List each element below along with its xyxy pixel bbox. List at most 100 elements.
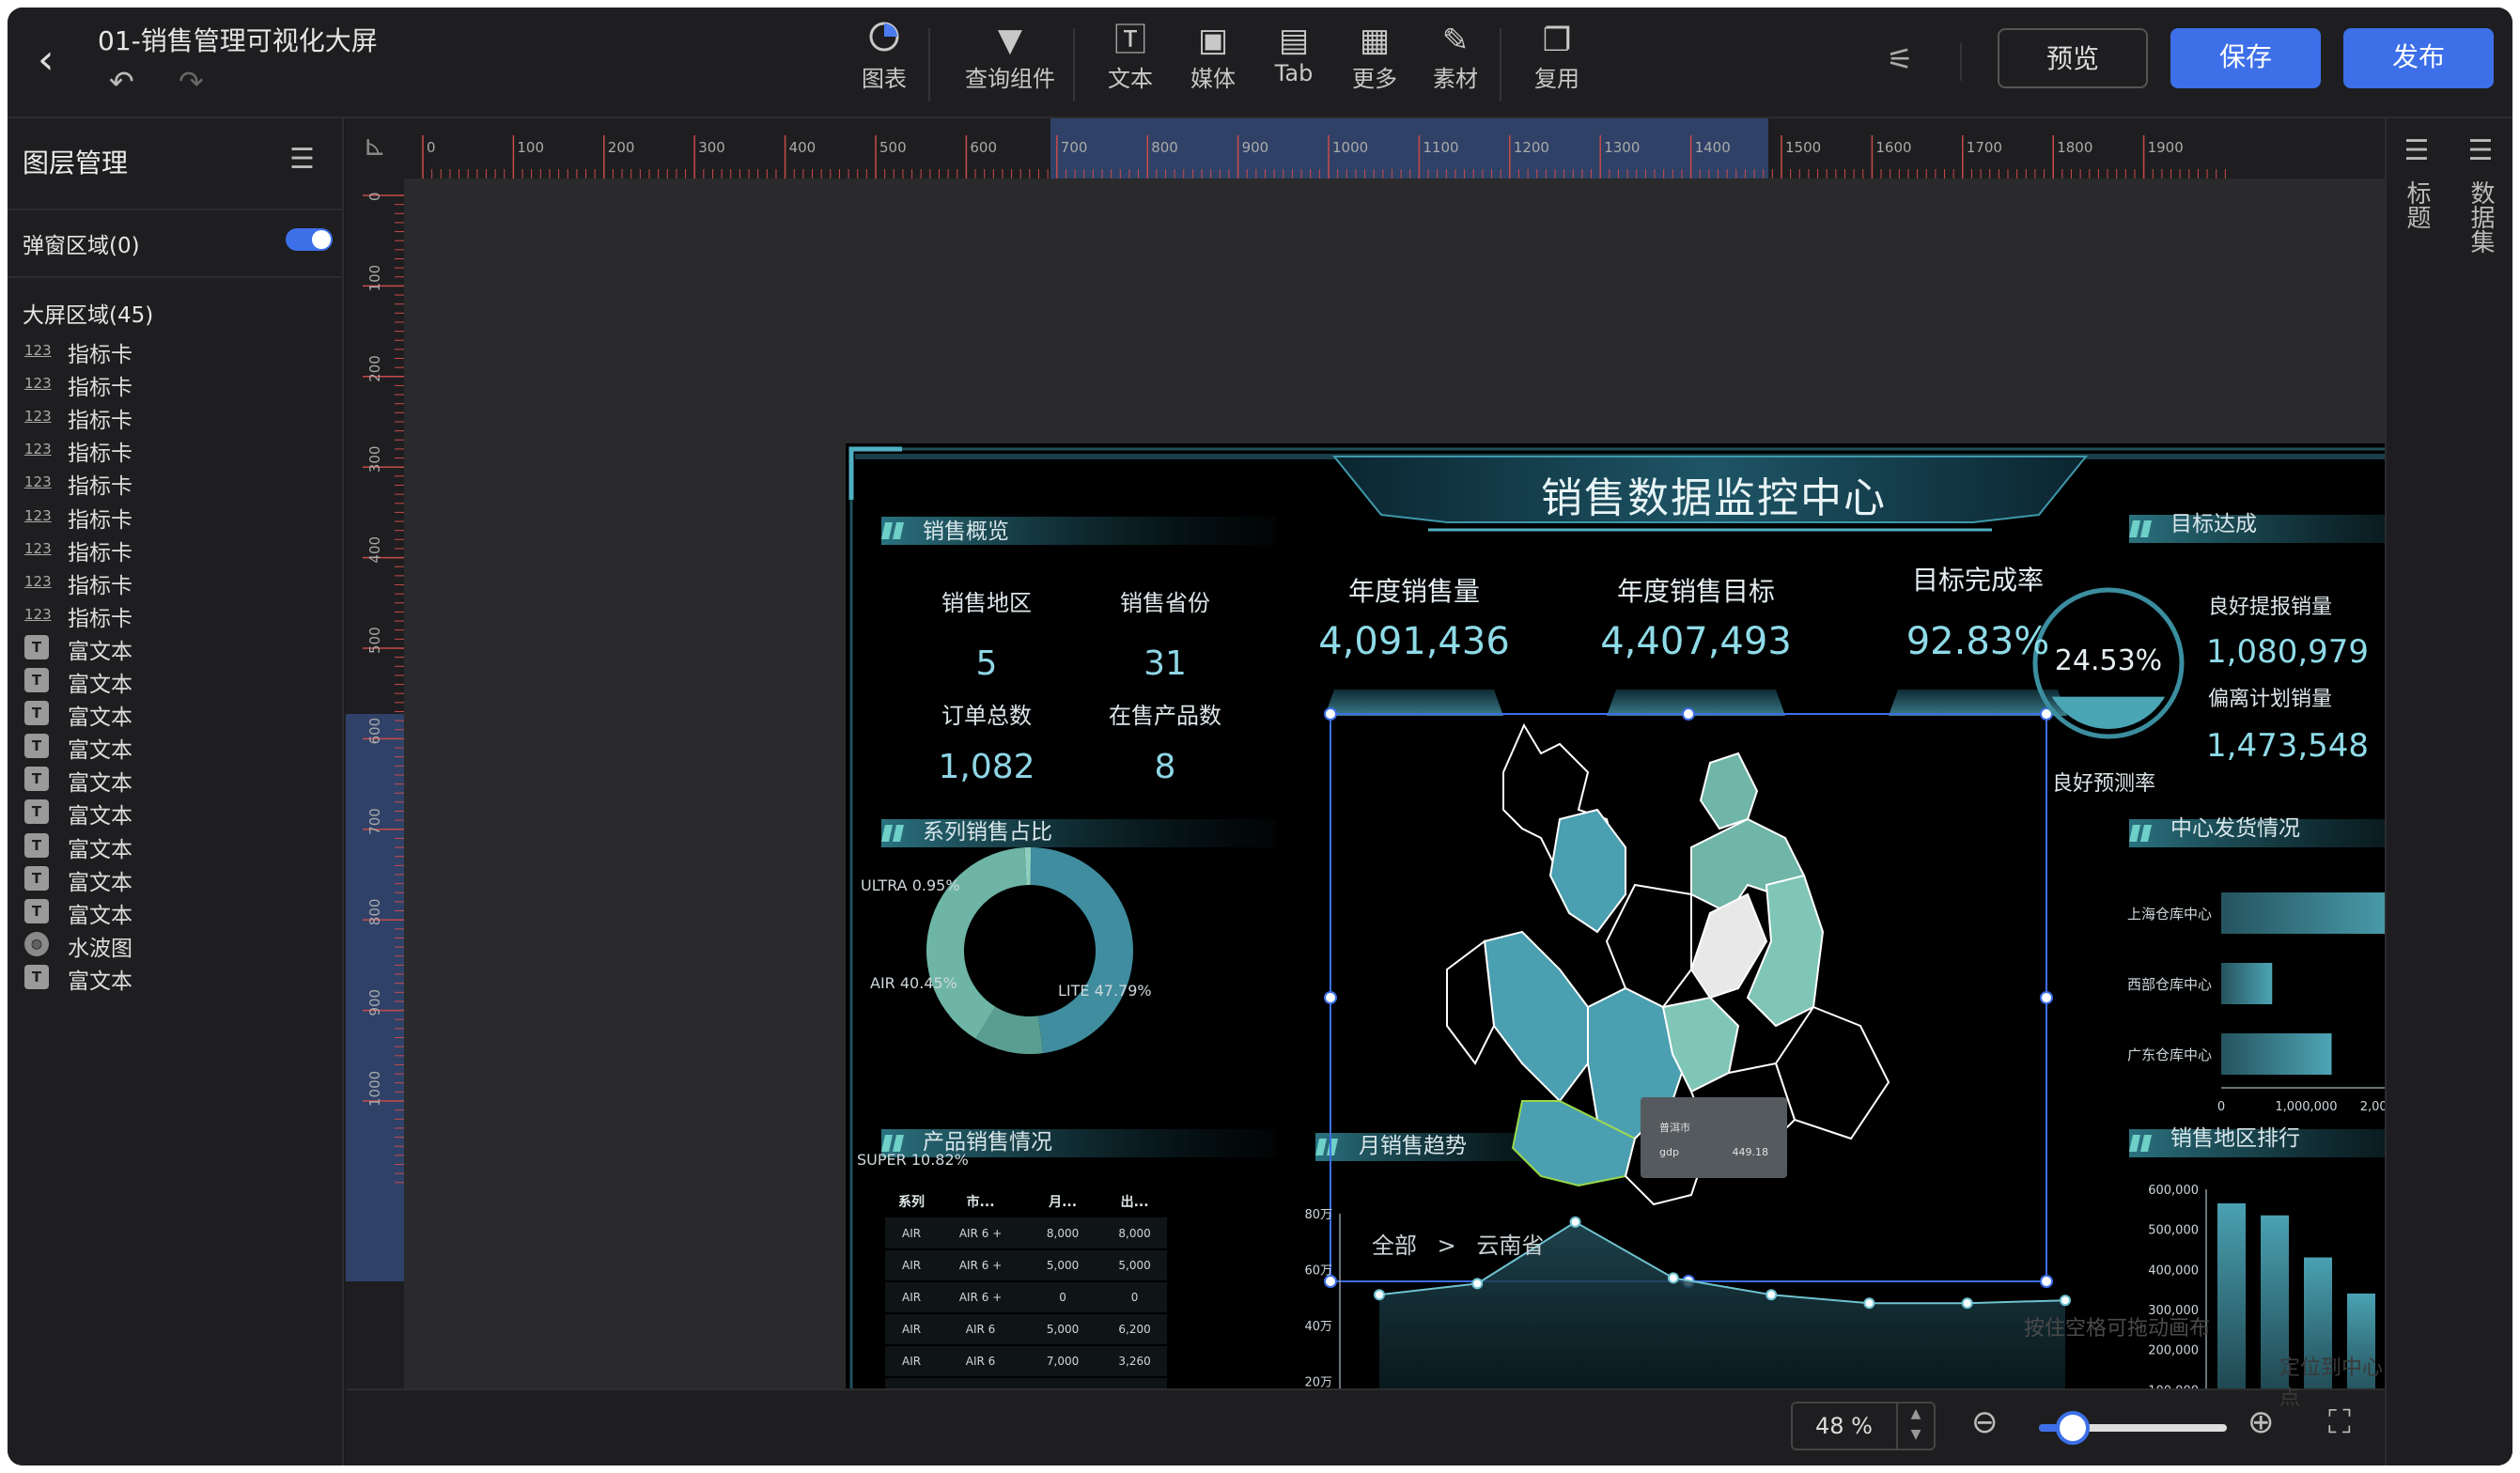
kpi-label: 目标完成率 — [1911, 565, 2044, 596]
ruler-tick-label: 700 — [1061, 139, 1088, 156]
table-cell: 0 — [1102, 1281, 1167, 1314]
tool-label: 媒体 — [1190, 66, 1236, 92]
table-header[interactable]: 月... — [1023, 1186, 1102, 1217]
table-row[interactable]: AIR AIR 6 +8,000 8,000 — [885, 1217, 1167, 1250]
table-row[interactable]: AIR AIR 6 5,000 6,200 — [885, 1313, 1167, 1346]
ruler-tick-label: 1800 — [2057, 139, 2092, 156]
ruler-tick-label: 0 — [366, 192, 383, 201]
ruler-corner-icon[interactable]: ⊾ — [346, 118, 404, 178]
tool-label: 文本 — [1108, 66, 1153, 92]
back-arrow-icon[interactable]: ‹ — [38, 39, 75, 85]
preview-button[interactable]: 预览 — [1998, 28, 2148, 88]
map-tooltip: 普洱市 gdp 449.18 — [1641, 1097, 1787, 1178]
target-title: 目标达成 — [2170, 512, 2257, 536]
ruler-tick-label: 800 — [366, 899, 383, 926]
undo-icon[interactable]: ↶ — [109, 64, 134, 100]
zoom-input[interactable]: 48 % ▲ ▼ — [1791, 1402, 1936, 1450]
table-cell: AIR — [885, 1217, 939, 1250]
series-share-donut[interactable]: LITE 47.79%SUPER 10.82%AIR 40.45%ULTRA 0… — [857, 847, 1152, 1169]
divider — [8, 209, 344, 210]
zoom-slider[interactable] — [2039, 1411, 2227, 1445]
table-header[interactable]: 出... — [1102, 1186, 1167, 1217]
pie-chart-icon — [842, 21, 926, 60]
zoom-stepper[interactable]: ▲ ▼ — [1896, 1403, 1934, 1449]
zoom-out-icon[interactable]: ⊖ — [1971, 1403, 1999, 1441]
list-icon: ☰ — [2403, 134, 2430, 167]
kpi-label: 销售省份 — [1120, 590, 1210, 616]
breadcrumb-all[interactable]: 全部 — [1372, 1233, 1417, 1259]
table-header[interactable]: 市... — [938, 1186, 1023, 1217]
tool-assets[interactable]: ✎ 素材 — [1413, 21, 1498, 93]
data-point[interactable] — [1863, 1297, 1875, 1310]
kpi-label: 销售地区 — [941, 590, 1032, 616]
breadcrumb-separator: > — [1437, 1233, 1456, 1259]
table-row[interactable]: AIR AIR 6 +0 0 — [885, 1281, 1167, 1314]
shipping-title: 中心发货情况 — [2170, 816, 2300, 841]
map-breadcrumb[interactable]: 全部 > 云南省 — [1372, 1227, 1544, 1260]
ruler-tick-label: 300 — [366, 446, 383, 473]
good-value: 1,080,979 — [2206, 633, 2370, 671]
copy-icon: ❐ — [1542, 22, 1572, 59]
data-point[interactable] — [1766, 1289, 1778, 1301]
document-title[interactable]: 01-销售管理可视化大屏 — [98, 21, 378, 58]
hbar[interactable] — [2221, 892, 2410, 934]
data-point[interactable] — [1667, 1272, 1679, 1284]
table-header[interactable]: 系列 — [885, 1186, 938, 1217]
hbar[interactable] — [2221, 1033, 2332, 1075]
data-point[interactable] — [1961, 1297, 1973, 1310]
dashboard-screen[interactable]: LITE 47.79% SUPER 10.82% AIR 40.45% ULTRA 0… — [846, 443, 2512, 1465]
vertical-ruler[interactable]: 0 100 200 300 400 500 600 700 800 900 1000 — [346, 178, 404, 1390]
ruler-tick-label: 100 — [366, 265, 383, 292]
tool-chart[interactable]: 图表 — [842, 21, 926, 93]
title-tab[interactable]: ☰ 标题 — [2398, 137, 2435, 236]
breadcrumb-current: 云南省 — [1476, 1233, 1545, 1259]
data-point[interactable] — [1569, 1216, 1581, 1228]
redo-icon[interactable]: ↷ — [179, 64, 204, 100]
save-button[interactable]: 保存 — [2170, 28, 2321, 88]
zoom-slider-knob[interactable] — [2056, 1411, 2090, 1445]
pie-label: AIR 40.45% — [870, 974, 957, 992]
pie-slice[interactable] — [1030, 847, 1133, 1054]
tooltip-city: 普洱市 — [1659, 1122, 1690, 1134]
tool-query[interactable]: ▼ 查询组件 — [958, 21, 1062, 93]
ruler-tick-label: 1100 — [1423, 139, 1458, 156]
horizontal-ruler[interactable]: 0 100 200 300 400 500 600 700 800 900 1000 1100 1200… — [404, 118, 2385, 178]
tool-tab[interactable]: ▤ Tab — [1252, 21, 1336, 86]
settings-sliders-icon[interactable]: ⚟ — [1887, 41, 1914, 77]
tool-more[interactable]: ▦ 更多 — [1332, 21, 1417, 93]
popup-section-toggle[interactable] — [286, 228, 333, 251]
ruler-tick-label: 1400 — [1695, 139, 1731, 156]
center-hint[interactable]: 定位到中心点 — [2279, 1351, 2385, 1411]
publish-button[interactable]: 发布 — [2343, 28, 2494, 88]
table-cell: 0 — [1023, 1281, 1103, 1314]
kpi-label: 订单总数 — [941, 703, 1032, 729]
ruler-tick-label: 1600 — [1875, 139, 1911, 156]
table-row[interactable]: AIR AIR 6 +5,000 5,000 — [885, 1249, 1167, 1282]
layer-label: 富文本 — [68, 969, 132, 994]
table-cell: AIR 6 + — [938, 1217, 1024, 1250]
table-row[interactable]: AIR AIR 6 7,000 3,260 — [885, 1345, 1167, 1378]
list-icon: ☰ — [2467, 134, 2494, 167]
gauge-value: 24.53% — [2054, 644, 2163, 677]
canvas-area[interactable]: ⊾ 0 100 200 300 400 500 600 700 800 900 1000 1100 12… — [346, 118, 2512, 1465]
text-icon: T — [24, 964, 49, 989]
table-cell: AIR — [885, 1345, 939, 1378]
dataset-tab[interactable]: ☰ 数据集 — [2462, 137, 2499, 260]
data-point[interactable] — [1471, 1278, 1484, 1290]
layer-item[interactable]: T 富文本 — [8, 950, 344, 1006]
table-cell: AIR 6 — [938, 1345, 1024, 1378]
zoom-value: 48 % — [1815, 1413, 1873, 1439]
tooltip-key: gdp — [1659, 1146, 1679, 1158]
data-point[interactable] — [2060, 1295, 2071, 1307]
zoom-in-icon[interactable]: ⊕ — [2248, 1403, 2275, 1441]
table-cell: 3,260 — [1102, 1345, 1167, 1378]
hbar[interactable] — [2221, 963, 2273, 1004]
tool-text[interactable]: 🅃 文本 — [1088, 21, 1173, 93]
layer-panel-title: 图层管理 — [23, 147, 129, 178]
data-point[interactable] — [1374, 1289, 1385, 1301]
tool-reuse[interactable]: ❐ 复用 — [1515, 21, 1599, 93]
pie-label: ULTRA 0.95% — [861, 876, 960, 894]
tool-media[interactable]: ▣ 媒体 — [1171, 21, 1255, 93]
collapse-menu-icon[interactable]: ☰ — [289, 143, 315, 176]
y-tick-label: 40万 — [1304, 1320, 1332, 1334]
